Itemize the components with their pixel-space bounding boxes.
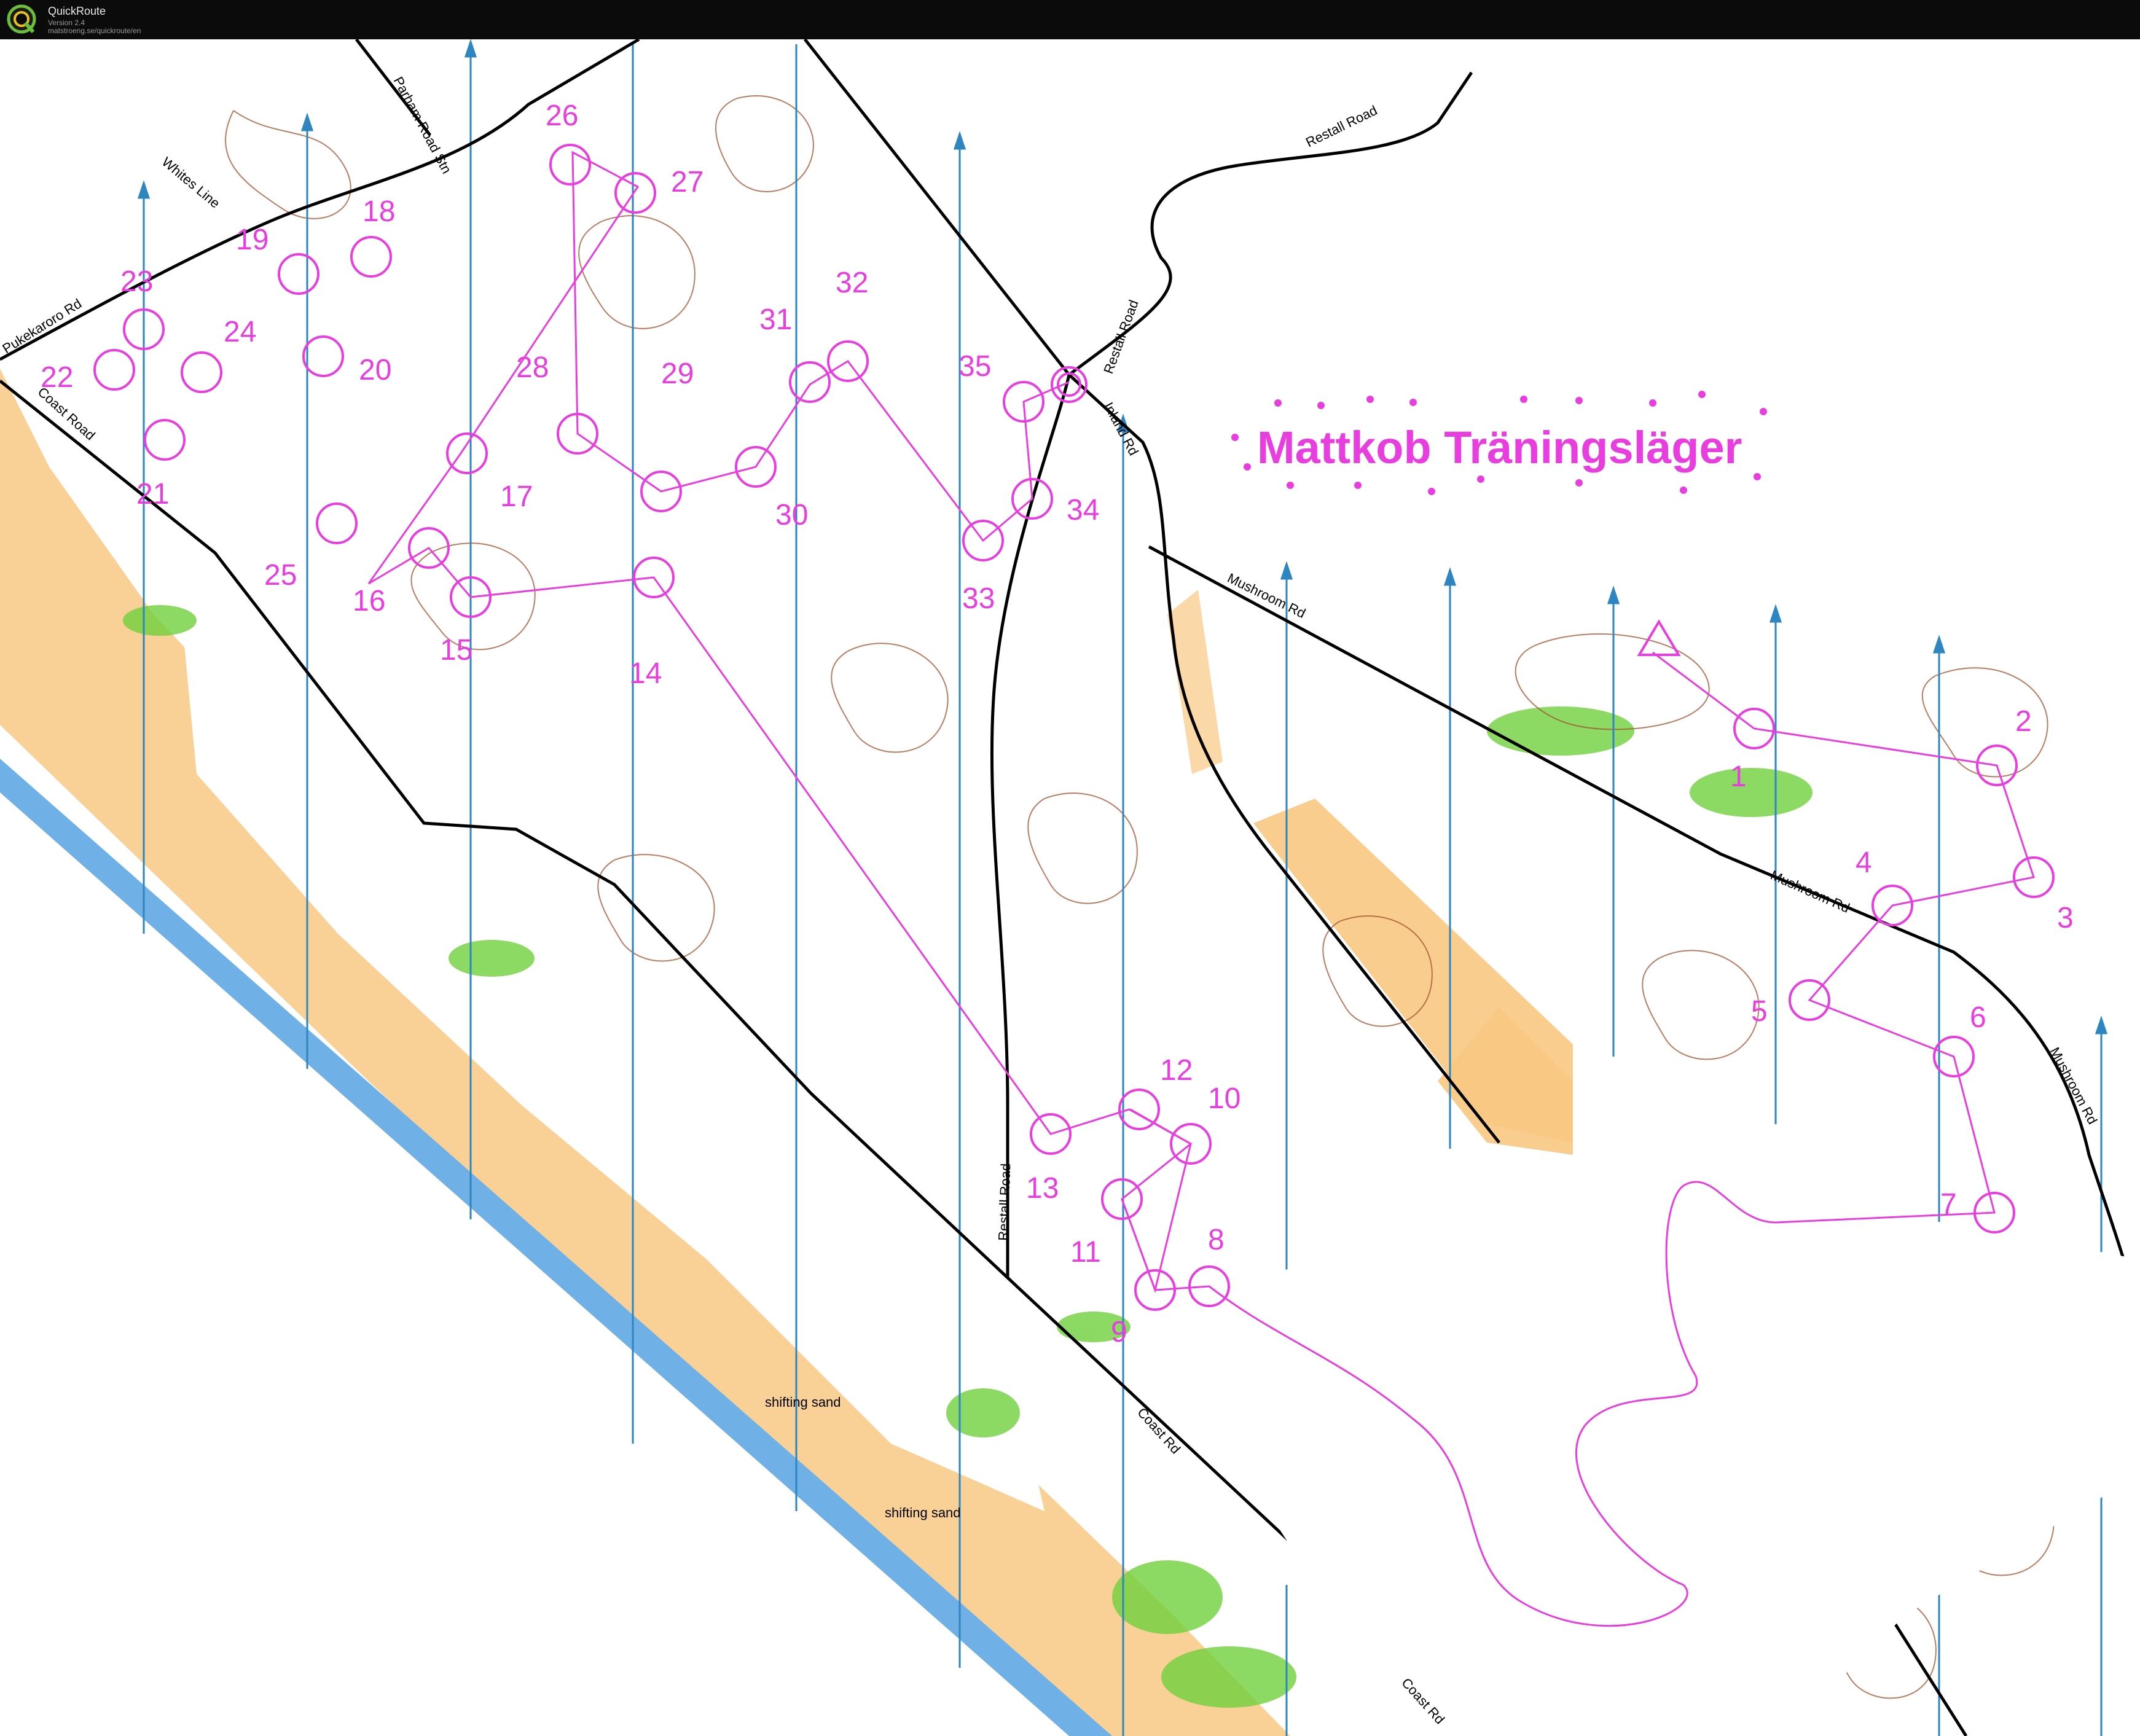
control-number: 27 xyxy=(671,166,704,198)
control-number: 30 xyxy=(775,499,808,531)
terrain-label: shifting sand xyxy=(765,1394,841,1410)
road-label: Restall Road xyxy=(995,1163,1013,1241)
control-number: 23 xyxy=(120,265,153,298)
app-url: matstroeng.se/quickroute/en xyxy=(48,26,141,35)
control-number: 12 xyxy=(1160,1054,1193,1087)
control-number: 29 xyxy=(661,358,694,390)
orienteering-map[interactable]: Parham Road Stn Whites Line Pukekaroro R… xyxy=(0,39,2140,1736)
control-number: 31 xyxy=(759,303,792,336)
control-number: 22 xyxy=(41,361,73,394)
control-number: 15 xyxy=(440,634,472,667)
control-number: 35 xyxy=(958,350,991,383)
map-title: Mattkob Träningsläger xyxy=(1257,422,1742,473)
app-version: Version 2.4 xyxy=(48,18,85,27)
control-number: 18 xyxy=(363,195,395,228)
control-number: 3 xyxy=(2057,902,2074,934)
control-number: 13 xyxy=(1026,1172,1059,1205)
control-number: 25 xyxy=(264,559,297,592)
app-name: QuickRoute xyxy=(48,5,106,17)
control-number: 20 xyxy=(359,354,391,386)
control-number: 24 xyxy=(224,316,256,348)
control-number: 32 xyxy=(836,267,868,299)
control-number: 19 xyxy=(236,224,268,256)
control-number: 11 xyxy=(1070,1236,1101,1269)
control-number: 16 xyxy=(353,585,385,617)
terrain-label: shifting sand xyxy=(885,1505,961,1520)
title-bar: QuickRoute Version 2.4 matstroeng.se/qui… xyxy=(0,0,2140,40)
control-number: 1 xyxy=(1730,760,1747,793)
control-number: 34 xyxy=(1067,494,1099,526)
control-number: 10 xyxy=(1208,1082,1240,1115)
control-number: 28 xyxy=(516,351,549,384)
control-number: 5 xyxy=(1751,995,1768,1028)
control-number: 17 xyxy=(500,480,533,513)
control-number: 8 xyxy=(1208,1224,1225,1256)
control-number: 7 xyxy=(1940,1188,1957,1221)
control-number: 26 xyxy=(546,100,578,132)
control-number: 2 xyxy=(2015,705,2032,738)
control-number: 9 xyxy=(1111,1316,1127,1348)
control-number: 14 xyxy=(629,657,662,690)
control-number: 33 xyxy=(962,582,995,615)
quickroute-logo-icon xyxy=(7,4,36,34)
control-number: 4 xyxy=(1856,846,1872,879)
control-number: 6 xyxy=(1970,1001,1986,1034)
control-number: 21 xyxy=(136,478,169,510)
